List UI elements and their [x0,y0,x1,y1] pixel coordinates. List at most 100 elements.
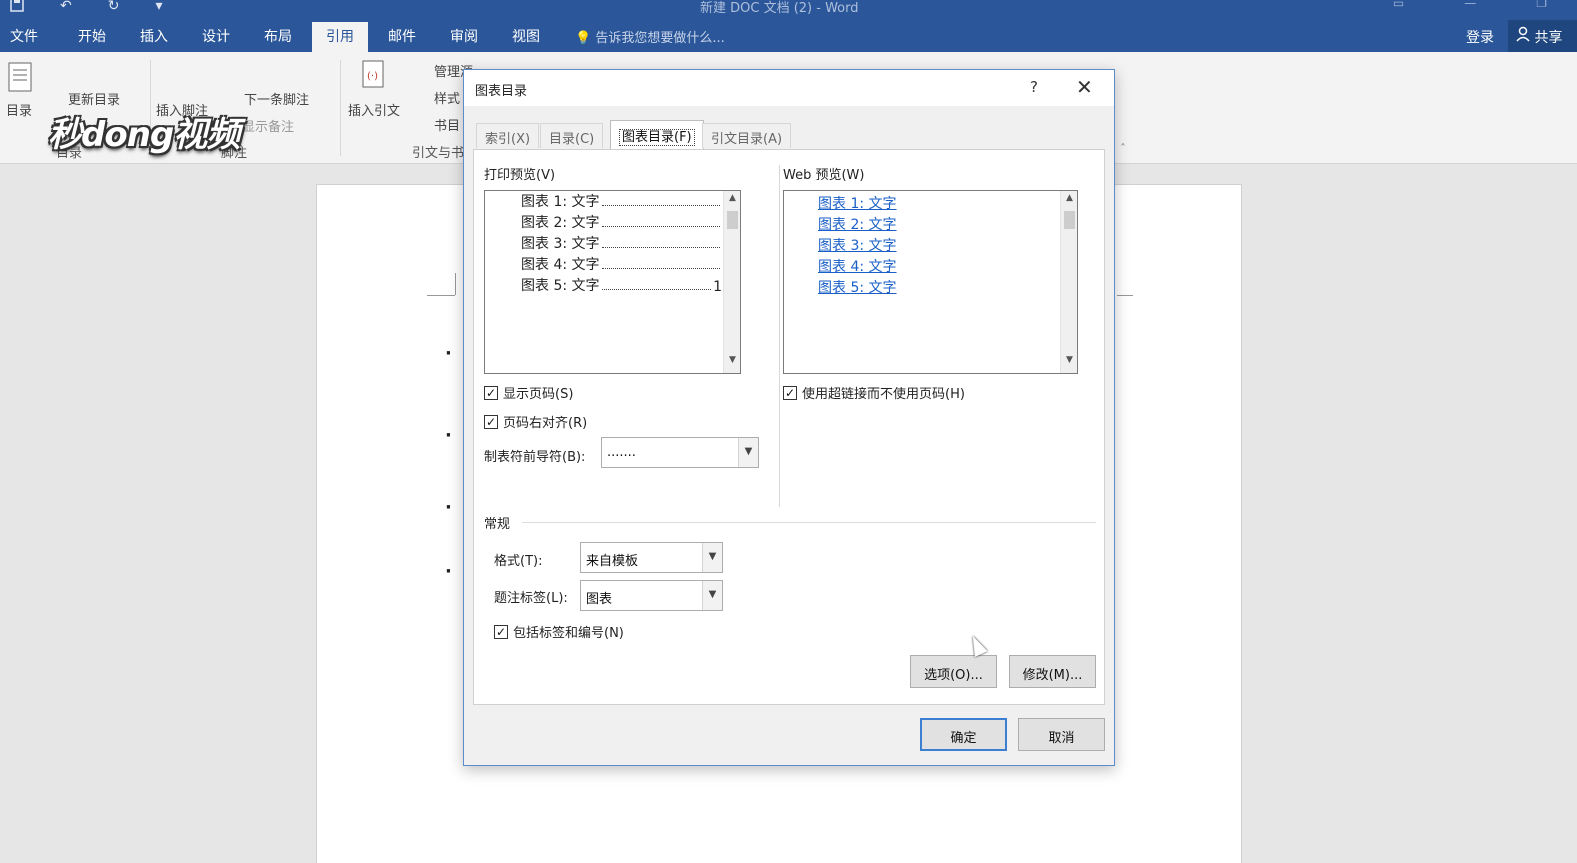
scroll-down-icon[interactable]: ▼ [1061,355,1078,371]
toc-icon[interactable] [8,62,34,96]
insert-citation-icon[interactable]: (·) [362,60,388,94]
panel-divider [779,165,780,507]
web-entry-link[interactable]: 图表 5: 文字 [818,277,897,297]
print-preview-scrollbar[interactable]: ▲ ▼ [723,191,740,373]
ok-button[interactable]: 确定 [920,718,1007,751]
show-page-numbers-checkbox[interactable]: ✓ 显示页码(S) [484,383,573,402]
right-align-checkbox[interactable]: ✓ 页码右对齐(R) [484,412,587,431]
undo-icon[interactable]: ↶ [60,0,72,16]
web-preview-box[interactable]: 图表 1: 文字 图表 2: 文字 图表 3: 文字 图表 4: 文字 图表 5… [783,190,1078,374]
use-hyperlinks-label: 使用超链接而不使用页码(H) [802,387,965,402]
tab-file[interactable]: 文件 [10,26,38,46]
tab-layout[interactable]: 布局 [264,26,292,46]
web-entry-link[interactable]: 图表 2: 文字 [818,214,897,234]
ribbon-tab-bar: 文件 开始 插入 设计 布局 引用 邮件 审阅 视图 💡 告诉我您想要做什么..… [0,20,1577,52]
include-label-number-label: 包括标签和编号(N) [513,626,624,641]
tab-view[interactable]: 视图 [512,26,540,46]
scroll-up-icon[interactable]: ▲ [1061,193,1078,209]
heading-bullet: · [445,561,452,582]
tab-index[interactable]: 索引(X) [476,123,540,148]
tab-design[interactable]: 设计 [202,26,230,46]
print-entry: 图表 1: 文字1 [521,191,731,211]
web-entry-link[interactable]: 图表 1: 文字 [818,193,897,213]
general-section-divider [522,522,1096,523]
citation-style-dropdown[interactable]: 样式 [434,88,460,107]
tab-table-of-figures[interactable]: 图表目录(F) [610,120,704,149]
scroll-up-icon[interactable]: ▲ [724,193,741,209]
restore-icon[interactable]: ❐ [1536,0,1547,10]
checkbox-check-icon: ✓ [494,624,508,639]
ribbon-display-icon[interactable]: ▭ [1393,0,1404,10]
close-icon[interactable]: ✕ [1076,75,1093,99]
minimize-icon[interactable]: — [1464,0,1476,10]
web-entry-link[interactable]: 图表 4: 文字 [818,256,897,276]
caption-label-select[interactable]: 图表 ▼ [580,580,723,611]
scroll-thumb[interactable] [1064,211,1075,229]
next-footnote-button[interactable]: 下一条脚注 [244,89,309,108]
tab-leader-value: ....... [607,445,636,460]
bibliography-button[interactable]: 书目 [434,115,460,134]
print-entry: 图表 5: 文字10 [521,275,731,295]
chevron-down-icon: ▼ [702,543,722,572]
print-entry: 图表 4: 文字7 [521,254,731,274]
table-of-figures-dialog: 图表目录 ? ✕ 索引(X) 目录(C) 图表目录(F) 引文目录(A) 打印预… [463,69,1115,766]
checkbox-check-icon: ✓ [783,385,797,400]
tab-table-of-authorities[interactable]: 引文目录(A) [702,123,792,148]
svg-text:(·): (·) [367,71,378,82]
tab-toc[interactable]: 目录(C) [540,123,604,148]
tell-me-text: 告诉我您想要做什么... [595,31,725,46]
print-preview-box[interactable]: 图表 1: 文字1 图表 2: 文字3 图表 3: 文字5 图表 4: 文字7 … [484,190,741,374]
web-preview-label: Web 预览(W) [783,168,865,183]
include-label-number-checkbox[interactable]: ✓ 包括标签和编号(N) [494,622,624,641]
insert-citation-button[interactable]: 插入引文 [348,100,400,119]
modify-button[interactable]: 修改(M)... [1009,655,1096,688]
tab-review[interactable]: 审阅 [450,26,478,46]
window-controls: ▭ — ❐ [1393,0,1547,10]
right-align-label: 页码右对齐(R) [503,416,588,431]
margin-mark [427,295,455,296]
chevron-down-icon: ▼ [738,438,758,467]
redo-icon[interactable]: ↻ [108,0,120,16]
tab-references[interactable]: 引用 [312,22,368,52]
tab-leader-select[interactable]: ....... ▼ [601,437,759,468]
watermark-logo: 秒dong视频 [48,115,240,155]
customize-qat-icon[interactable]: ▾ [155,0,162,16]
share-button[interactable]: 共享 [1508,20,1577,52]
tell-me-search[interactable]: 💡 告诉我您想要做什么... [575,27,725,46]
scroll-thumb[interactable] [727,211,738,229]
options-button[interactable]: 选项(O)... [910,655,997,688]
tab-mailings[interactable]: 邮件 [388,26,416,46]
heading-bullet: · [445,425,452,446]
general-section-label: 常规 [484,517,511,532]
toc-button[interactable]: 目录 [6,100,32,119]
save-icon[interactable] [10,0,24,16]
tab-table-of-figures-label: 图表目录(F) [619,129,695,146]
margin-mark [1117,295,1133,296]
chevron-down-icon: ▼ [702,581,722,610]
scroll-down-icon[interactable]: ▼ [724,355,741,371]
web-preview-scrollbar[interactable]: ▲ ▼ [1060,191,1077,373]
dialog-title-bar: 图表目录 ? ✕ [464,70,1114,106]
lightbulb-icon: 💡 [575,31,592,46]
share-label: 共享 [1534,30,1563,46]
group-label-citations: 引文与书 [412,146,465,161]
print-entry: 图表 2: 文字3 [521,212,731,232]
web-entry-link[interactable]: 图表 3: 文字 [818,235,897,255]
cancel-button[interactable]: 取消 [1018,718,1105,751]
tab-home[interactable]: 开始 [78,26,106,46]
tab-insert[interactable]: 插入 [140,26,168,46]
help-button[interactable]: ? [1030,78,1038,96]
show-page-numbers-label: 显示页码(S) [503,387,574,402]
show-notes-button[interactable]: 显示备注 [242,116,294,135]
print-entry: 图表 3: 文字5 [521,233,731,253]
ribbon-collapse-icon[interactable]: ˆ [1120,142,1126,156]
use-hyperlinks-checkbox[interactable]: ✓ 使用超链接而不使用页码(H) [783,383,965,402]
ribbon-separator [340,60,341,156]
login-link[interactable]: 登录 [1466,27,1494,47]
checkbox-check-icon: ✓ [484,385,498,400]
update-toc-button[interactable]: 更新目录 [68,89,120,108]
format-select[interactable]: 来自模板 ▼ [580,542,723,573]
heading-bullet: · [445,497,452,518]
print-preview-label: 打印预览(V) [484,168,556,183]
user-icon [1516,26,1534,46]
